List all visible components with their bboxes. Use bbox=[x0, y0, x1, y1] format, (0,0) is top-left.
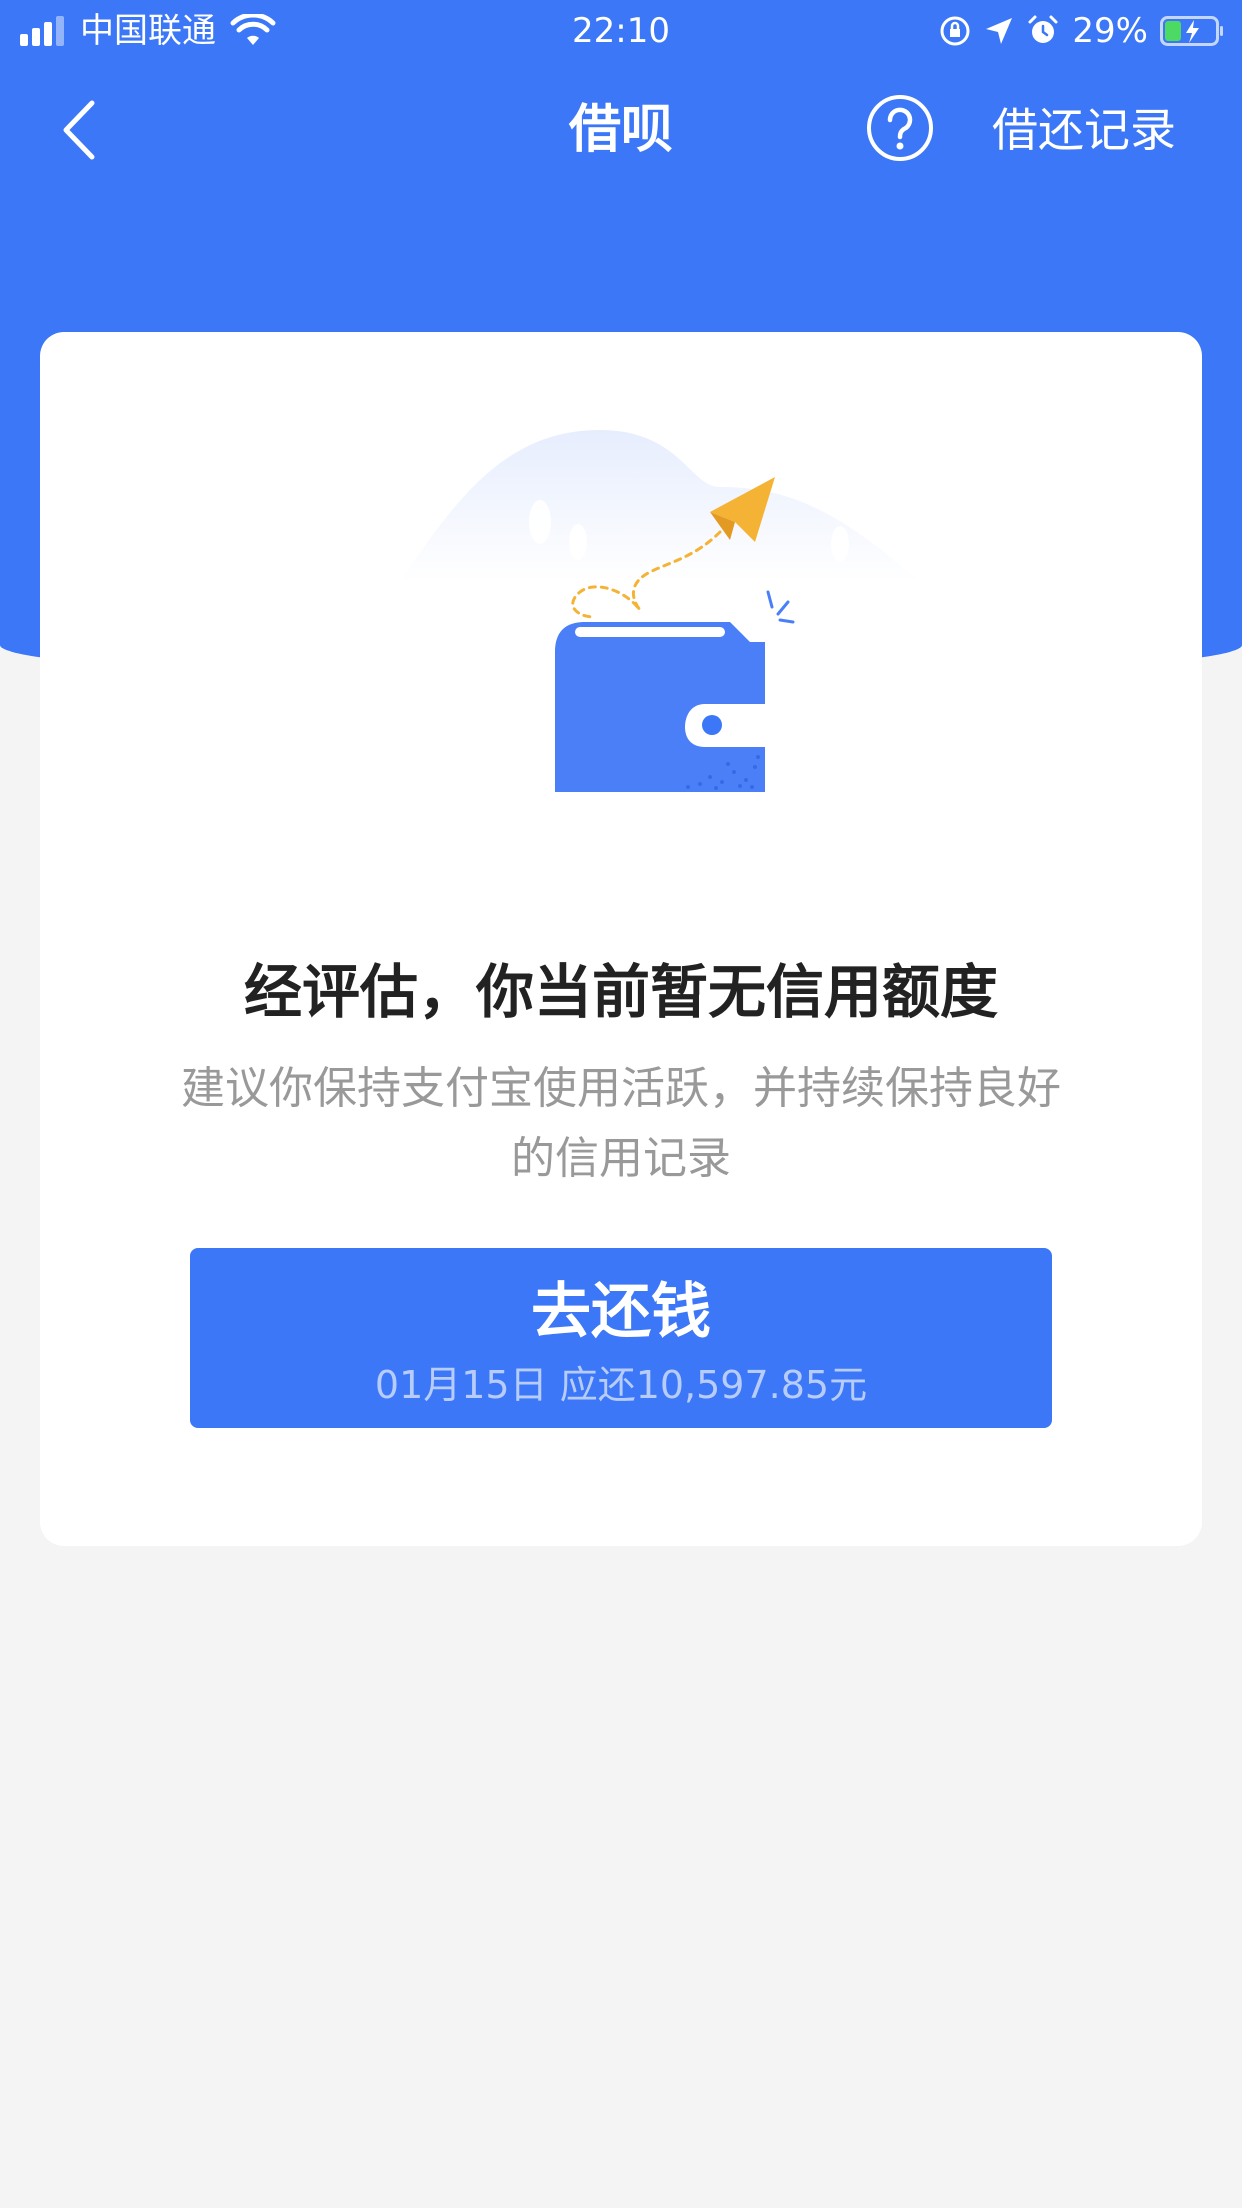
carrier-group: 中国联通 bbox=[20, 8, 276, 54]
credit-status-card: 经评估，你当前暂无信用额度 建议你保持支付宝使用活跃，并持续保持良好的信用记录 … bbox=[40, 332, 1202, 1546]
repay-due-info: 01月15日 应还10,597.85元 bbox=[374, 1363, 868, 1407]
chevron-left-icon[interactable] bbox=[50, 95, 110, 165]
borrow-repay-records-link[interactable]: 借还记录 bbox=[992, 80, 1176, 180]
rotation-lock-icon bbox=[940, 16, 970, 46]
wallet-paper-plane-illustration bbox=[400, 430, 920, 792]
no-credit-headline: 经评估，你当前暂无信用额度 bbox=[243, 958, 998, 1026]
go-repay-button[interactable]: 去还钱 01月15日 应还10,597.85元 bbox=[190, 1248, 1052, 1428]
location-icon bbox=[986, 18, 1013, 44]
credit-advice-text: 建议你保持支付宝使用活跃，并持续保持良好的信用记录 bbox=[181, 1063, 1061, 1184]
battery-charging-icon bbox=[1160, 16, 1223, 46]
wifi-icon bbox=[230, 14, 276, 45]
nav-bar: 借呗 借还记录 bbox=[0, 80, 1242, 180]
battery-percent: 29% bbox=[1072, 11, 1148, 51]
status-right-group: 29% bbox=[938, 8, 1224, 54]
alarm-icon bbox=[1028, 15, 1058, 43]
status-time: 22:10 bbox=[572, 11, 670, 51]
question-circle-icon[interactable] bbox=[866, 94, 934, 162]
page-title: 借呗 bbox=[568, 100, 673, 160]
status-bar: 中国联通 22:10 29% bbox=[0, 0, 1242, 62]
signal-icon bbox=[20, 16, 64, 46]
carrier-name: 中国联通 bbox=[80, 11, 216, 51]
repay-button-label: 去还钱 bbox=[531, 1277, 711, 1347]
